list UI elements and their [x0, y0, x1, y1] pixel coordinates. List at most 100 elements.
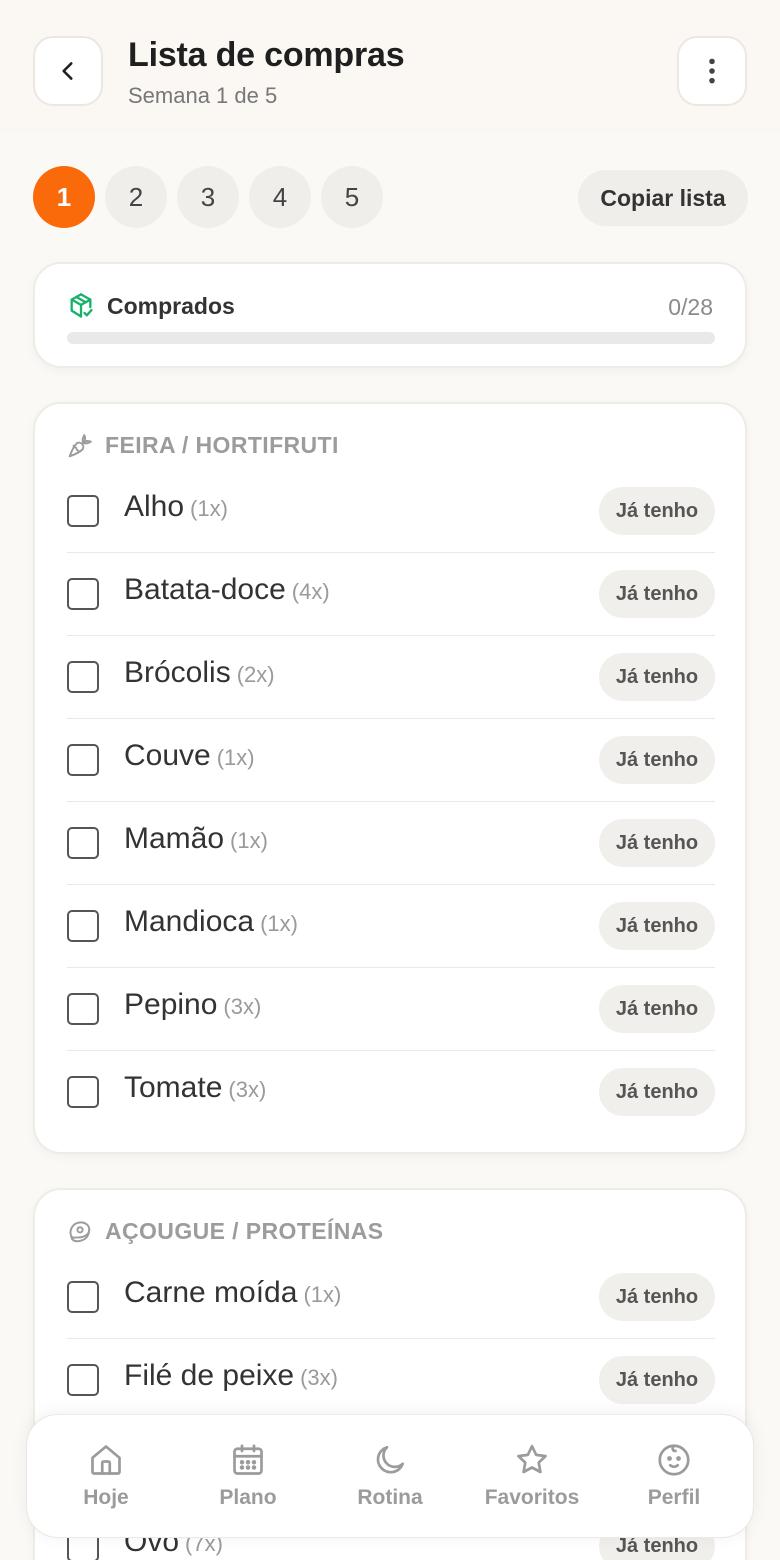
item-name-wrap: Mamão (1x): [124, 822, 268, 856]
home-icon: [91, 1445, 121, 1475]
meat-icon: [69, 1220, 91, 1242]
list-item: Couve (1x) Já tenho: [67, 719, 715, 802]
nav-item-hoje[interactable]: Hoje: [41, 1442, 171, 1510]
item-name: Batata-doce: [124, 573, 286, 606]
page-title: Lista de compras: [128, 36, 405, 74]
list-item: Mamão (1x) Já tenho: [67, 802, 715, 885]
item-checkbox[interactable]: [67, 1281, 99, 1313]
item-name: Mandioca: [124, 905, 255, 938]
item-name: Brócolis: [124, 656, 231, 689]
item-quantity: (1x): [190, 496, 228, 521]
item-name: Couve: [124, 739, 211, 772]
already-have-button[interactable]: Já tenho: [599, 736, 715, 784]
list-item: Brócolis (2x) Já tenho: [67, 636, 715, 719]
already-have-button[interactable]: Já tenho: [599, 1273, 715, 1321]
item-name-wrap: Alho (1x): [124, 490, 228, 524]
item-checkbox[interactable]: [67, 661, 99, 693]
week-tab-3[interactable]: 3: [177, 166, 239, 228]
nav-label: Rotina: [357, 1486, 423, 1509]
nav-item-rotina[interactable]: Rotina: [325, 1442, 455, 1510]
section-card-feira: FEIRA / HORTIFRUTI Alho (1x) Já tenho Bat…: [33, 402, 747, 1154]
item-quantity: (1x): [303, 1282, 342, 1307]
section-title: AÇOUGUE / PROTEÍNAS: [105, 1218, 384, 1244]
item-quantity: (1x): [260, 911, 298, 936]
item-name: Pepino: [124, 988, 218, 1021]
item-checkbox[interactable]: [67, 827, 99, 859]
list-item: Pepino (3x) Já tenho: [67, 968, 715, 1051]
already-have-button[interactable]: Já tenho: [599, 653, 715, 701]
nav-label: Favoritos: [484, 1486, 580, 1509]
item-quantity: (1x): [230, 828, 268, 853]
nav-label: Plano: [219, 1486, 277, 1509]
item-quantity: (4x): [291, 579, 330, 604]
item-checkbox[interactable]: [67, 1076, 99, 1108]
item-quantity: (3x): [223, 994, 262, 1019]
item-checkbox[interactable]: [67, 578, 99, 610]
progress-label-row: Comprados: [67, 292, 235, 320]
item-name-wrap: Carne moída (1x): [124, 1276, 341, 1310]
item-checkbox[interactable]: [67, 495, 99, 527]
back-button[interactable]: [33, 36, 103, 106]
already-have-button[interactable]: Já tenho: [599, 902, 715, 950]
item-quantity: (1x): [216, 745, 255, 770]
item-checkbox[interactable]: [67, 1364, 99, 1396]
item-name: Alho: [124, 490, 185, 523]
page-subtitle: Semana 1 de 5: [128, 83, 278, 108]
item-name-wrap: Tomate (3x): [124, 1071, 266, 1105]
package-check-icon: [70, 293, 93, 318]
star-icon: [517, 1444, 547, 1474]
nav-item-perfil[interactable]: Perfil: [609, 1442, 739, 1510]
list-item: Batata-doce (4x) Já tenho: [67, 553, 715, 636]
more-options-button[interactable]: [677, 36, 747, 106]
baby-face-icon: [658, 1444, 690, 1476]
item-name-wrap: Batata-doce (4x): [124, 573, 330, 607]
moon-icon: [376, 1445, 405, 1474]
progress-track: [67, 332, 715, 344]
list-item: Carne moída (1x) Já tenho: [67, 1256, 715, 1339]
list-item: Mandioca (1x) Já tenho: [67, 885, 715, 968]
item-name-wrap: Mandioca (1x): [124, 905, 298, 939]
copy-list-button[interactable]: Copiar lista: [578, 170, 748, 226]
list-item: Filé de peixe (3x) Já tenho: [67, 1339, 715, 1422]
progress-count: 0/28: [668, 294, 713, 320]
item-quantity: (3x): [228, 1077, 267, 1102]
week-tab-5[interactable]: 5: [321, 166, 383, 228]
calendar-icon: [233, 1444, 263, 1475]
item-name-wrap: Filé de peixe (3x): [124, 1359, 338, 1393]
item-name: Carne moída: [124, 1276, 298, 1309]
already-have-button[interactable]: Já tenho: [599, 819, 715, 867]
item-checkbox[interactable]: [67, 910, 99, 942]
list-item: Alho (1x) Já tenho: [67, 470, 715, 553]
list-item: Tomate (3x) Já tenho: [67, 1051, 715, 1134]
already-have-button[interactable]: Já tenho: [599, 985, 715, 1033]
week-selector: 1 2 3 4 5: [33, 166, 383, 228]
item-name: Mamão: [124, 822, 225, 855]
purchased-progress-card: Comprados 0/28: [33, 262, 747, 368]
bottom-navigation: Hoje Plano Rotina Favoritos Perfil: [26, 1414, 754, 1538]
section-header: AÇOUGUE / PROTEÍNAS: [67, 1218, 384, 1245]
item-quantity: (3x): [300, 1365, 338, 1390]
section-header: FEIRA / HORTIFRUTI: [67, 432, 339, 459]
already-have-button[interactable]: Já tenho: [599, 1068, 715, 1116]
item-quantity: (2x): [236, 662, 275, 687]
already-have-button[interactable]: Já tenho: [599, 1356, 715, 1404]
carrot-icon: [68, 433, 92, 457]
nav-item-plano[interactable]: Plano: [183, 1442, 313, 1510]
week-tab-2[interactable]: 2: [105, 166, 167, 228]
already-have-button[interactable]: Já tenho: [599, 570, 715, 618]
section-title: FEIRA / HORTIFRUTI: [105, 432, 339, 458]
progress-label: Comprados: [107, 292, 235, 319]
item-checkbox[interactable]: [67, 993, 99, 1025]
item-name-wrap: Couve (1x): [124, 739, 255, 773]
more-vertical-icon: [709, 58, 715, 84]
item-name-wrap: Brócolis (2x): [124, 656, 275, 690]
item-name: Tomate: [124, 1071, 223, 1104]
nav-item-favoritos[interactable]: Favoritos: [467, 1442, 597, 1510]
week-tab-4[interactable]: 4: [249, 166, 311, 228]
item-name-wrap: Pepino (3x): [124, 988, 261, 1022]
item-checkbox[interactable]: [67, 744, 99, 776]
already-have-button[interactable]: Já tenho: [599, 487, 715, 535]
nav-label: Hoje: [83, 1486, 129, 1509]
week-tab-1[interactable]: 1: [33, 166, 95, 228]
nav-label: Perfil: [647, 1486, 701, 1509]
